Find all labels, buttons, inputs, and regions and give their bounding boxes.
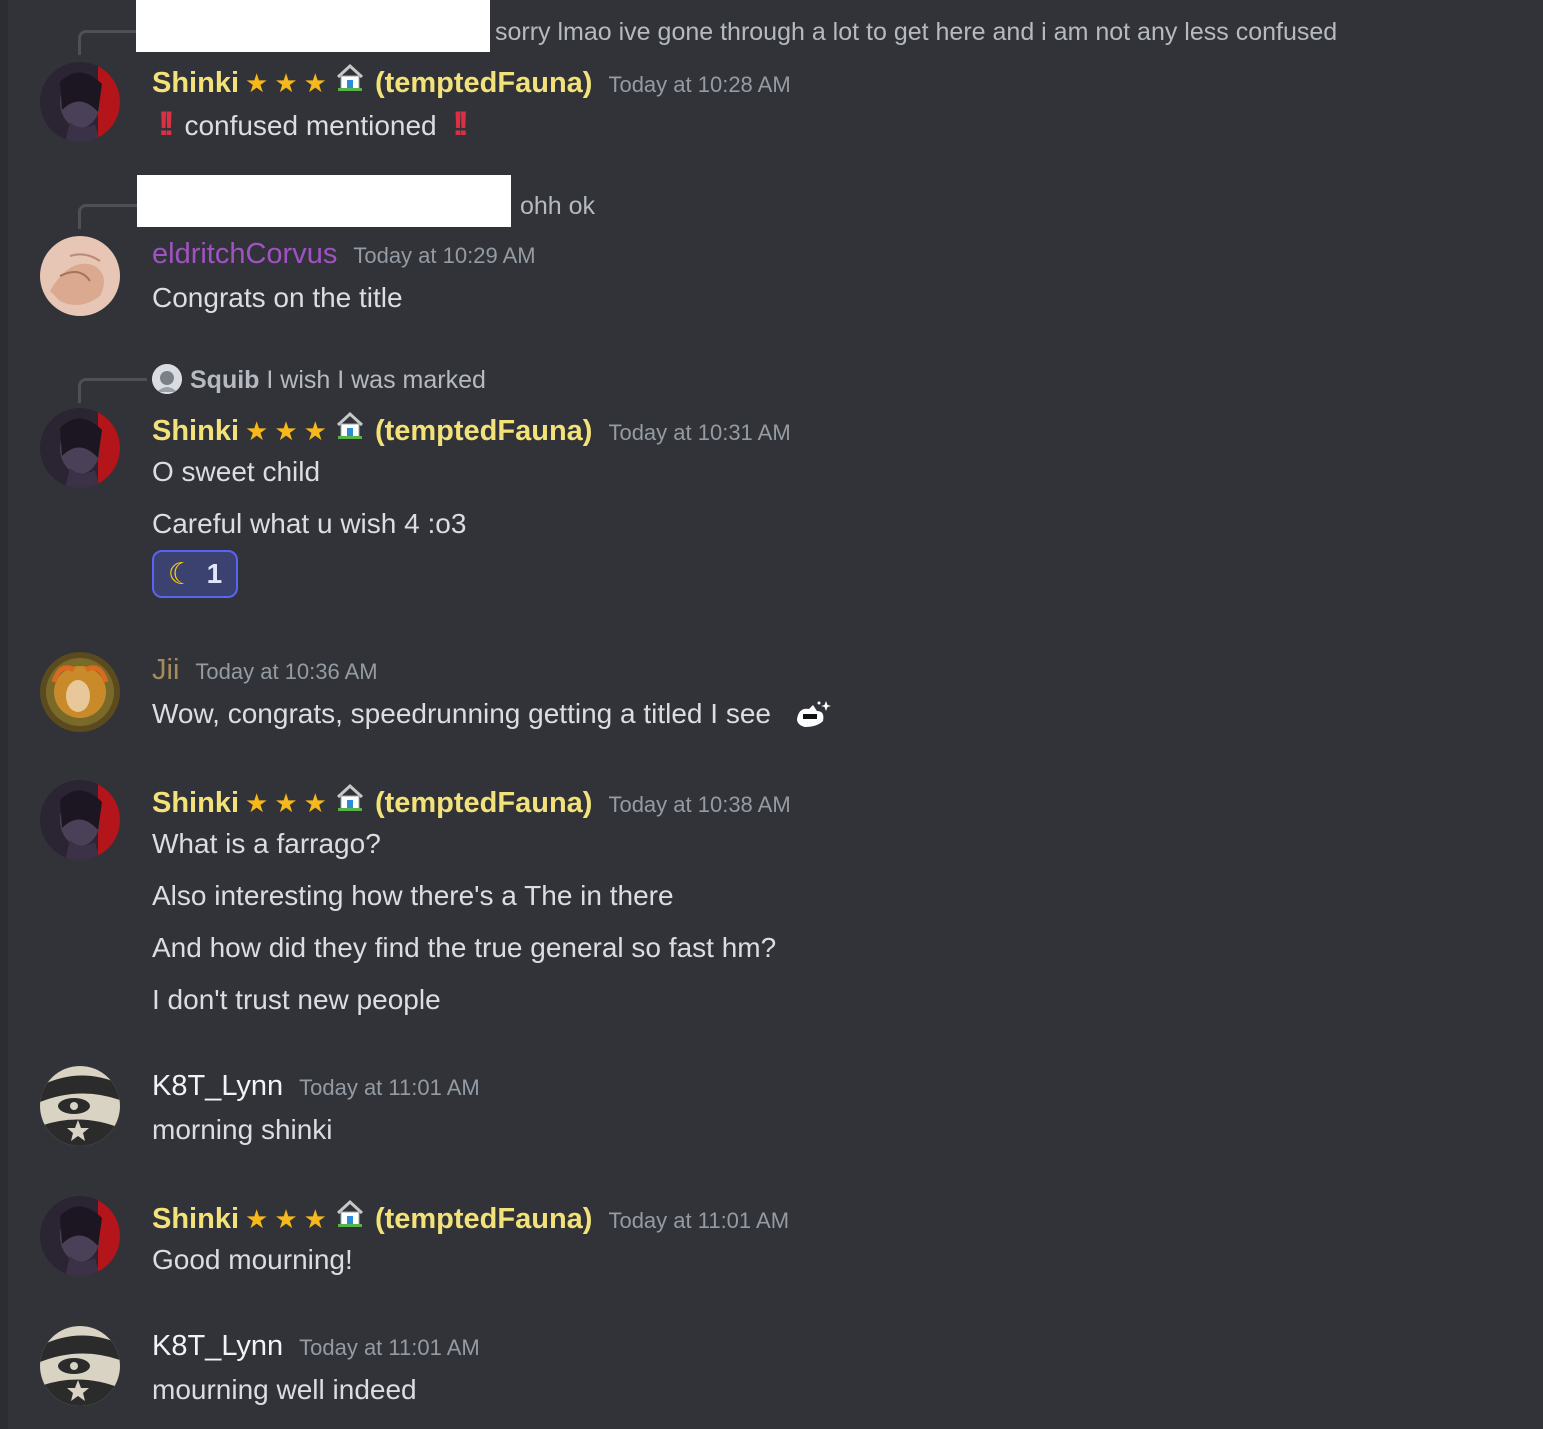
double-exclamation-icon: !!: [452, 105, 468, 143]
avatar[interactable]: [40, 1326, 120, 1406]
message-header: K8T_Lynn Today at 11:01 AM: [152, 1068, 480, 1106]
jii-avatar-image: [40, 652, 120, 732]
shinki-avatar-image: [40, 408, 120, 488]
redacted-reply-author: [137, 175, 511, 227]
timestamp[interactable]: Today at 10:36 AM: [195, 654, 377, 690]
chat-viewport: sorry lmao ive gone through a lot to get…: [0, 0, 1543, 1429]
message-text: And how did they find the true general s…: [152, 932, 777, 963]
avatar[interactable]: [40, 62, 120, 142]
star-badges: ★★★: [245, 413, 333, 449]
avatar[interactable]: [40, 1196, 120, 1276]
sparkle-face-icon: [796, 701, 831, 727]
reply-preview-text[interactable]: sorry lmao ive gone through a lot to get…: [495, 16, 1337, 48]
star-icon: ★: [245, 1204, 275, 1234]
lynn-avatar-image: [40, 1066, 120, 1146]
shinki-avatar-image: [40, 1196, 120, 1276]
star-badges: ★★★: [245, 65, 333, 101]
author-suffix: (temptedFauna): [374, 415, 593, 447]
message-header: Shinki ★★★ (temptedFauna) Today at 11:01…: [152, 1198, 789, 1239]
message-header: eldritchCorvus Today at 10:29 AM: [152, 236, 536, 274]
author-suffix: (temptedFauna): [374, 787, 593, 819]
avatar[interactable]: [40, 780, 120, 860]
house-icon: [336, 411, 363, 439]
avatar[interactable]: [40, 1066, 120, 1146]
timestamp[interactable]: Today at 10:31 AM: [608, 415, 790, 451]
author-name[interactable]: eldritchCorvus: [152, 236, 337, 272]
author-name[interactable]: Shinki: [152, 65, 239, 101]
message-header: K8T_Lynn Today at 11:01 AM: [152, 1328, 480, 1366]
star-badges: ★★★: [245, 785, 333, 821]
lynn-avatar-image: [40, 1326, 120, 1406]
author-name[interactable]: K8T_Lynn: [152, 1328, 283, 1364]
squib-avatar-image: [152, 364, 182, 394]
message-text: Congrats on the title: [152, 282, 403, 313]
star-icon: ★: [274, 1204, 304, 1234]
message-header: Shinki ★★★ (temptedFauna) Today at 10:38…: [152, 782, 791, 823]
message-text: Good mourning!: [152, 1244, 353, 1275]
reaction-pill[interactable]: ☾ 1: [152, 550, 238, 598]
reply-spine: [78, 30, 141, 55]
timestamp[interactable]: Today at 11:01 AM: [608, 1203, 789, 1239]
message-text: O sweet child: [152, 456, 321, 487]
message-text: What is a farrago?: [152, 828, 381, 859]
avatar[interactable]: [40, 408, 120, 488]
message-header: Jii Today at 10:36 AM: [152, 652, 378, 690]
corvus-avatar-image: [40, 236, 120, 316]
star-icon: ★: [245, 416, 275, 446]
shinki-avatar-image: [40, 780, 120, 860]
message-header: Shinki ★★★ (temptedFauna) Today at 10:28…: [152, 62, 791, 103]
author-suffix: (temptedFauna): [374, 67, 593, 99]
reply-preview[interactable]: Squib I wish I was marked: [152, 364, 486, 396]
avatar[interactable]: [40, 236, 120, 316]
house-icon: [336, 1199, 363, 1227]
star-icon: ★: [303, 1204, 333, 1234]
star-icon: ★: [303, 416, 333, 446]
avatar[interactable]: [40, 652, 120, 732]
star-icon: ★: [303, 68, 333, 98]
squib-mini-avatar: [152, 364, 182, 394]
message-line: !! confused mentioned !!: [158, 105, 469, 144]
author-name[interactable]: Shinki: [152, 413, 239, 449]
timestamp[interactable]: Today at 11:01 AM: [299, 1070, 480, 1106]
message-text: Careful what u wish 4 :o3: [152, 508, 467, 539]
left-edge-divider: [0, 0, 8, 1429]
timestamp[interactable]: Today at 10:29 AM: [353, 238, 535, 274]
timestamp[interactable]: Today at 11:01 AM: [299, 1330, 480, 1366]
author-suffix: (temptedFauna): [374, 1203, 593, 1235]
redacted-reply-author: [136, 0, 490, 52]
reply-spine: [78, 204, 141, 229]
star-icon: ★: [245, 68, 275, 98]
timestamp[interactable]: Today at 10:28 AM: [608, 67, 790, 103]
house-icon: [336, 63, 363, 91]
reply-spine: [78, 378, 147, 403]
author-name[interactable]: Shinki: [152, 785, 239, 821]
star-icon: ★: [274, 416, 304, 446]
reply-author[interactable]: Squib: [190, 366, 259, 394]
star-icon: ★: [303, 788, 333, 818]
message-header: Shinki ★★★ (temptedFauna) Today at 10:31…: [152, 410, 791, 451]
reaction-count: 1: [206, 558, 223, 589]
message-line: Wow, congrats, speedrunning getting a ti…: [152, 696, 833, 732]
reply-preview-text[interactable]: ohh ok: [520, 190, 595, 222]
star-icon: ★: [274, 68, 304, 98]
reply-preview-text: I wish I was marked: [266, 366, 486, 394]
message-text: morning shinki: [152, 1114, 333, 1145]
star-badges: ★★★: [245, 1201, 333, 1237]
shinki-avatar-image: [40, 62, 120, 142]
double-exclamation-icon: !!: [158, 105, 174, 143]
author-name[interactable]: Jii: [152, 652, 179, 688]
message-text: mourning well indeed: [152, 1374, 417, 1405]
author-name[interactable]: Shinki: [152, 1201, 239, 1237]
message-text: Wow, congrats, speedrunning getting a ti…: [152, 698, 771, 729]
message-text: confused mentioned: [184, 110, 437, 141]
author-name[interactable]: K8T_Lynn: [152, 1068, 283, 1104]
message-text: I don't trust new people: [152, 984, 441, 1015]
message-text: Also interesting how there's a The in th…: [152, 880, 674, 911]
timestamp[interactable]: Today at 10:38 AM: [608, 787, 790, 823]
star-icon: ★: [274, 788, 304, 818]
star-icon: ★: [245, 788, 275, 818]
crescent-moon-icon: ☾: [167, 557, 195, 591]
house-icon: [336, 783, 363, 811]
